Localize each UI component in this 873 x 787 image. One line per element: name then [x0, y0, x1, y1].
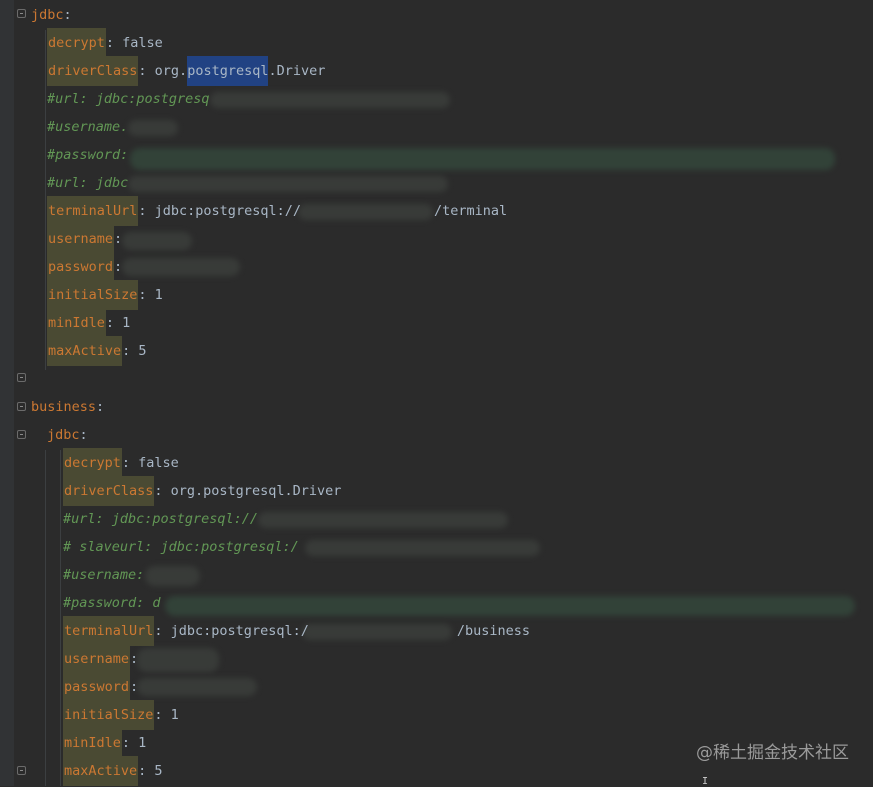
redacted-region — [210, 92, 450, 108]
yaml-line-maxactive[interactable]: maxActive: 5 — [63, 757, 163, 785]
text-selection: postgresql — [187, 63, 269, 79]
yaml-key: jdbc — [31, 7, 64, 23]
fold-end-icon[interactable] — [17, 766, 26, 775]
yaml-line-initialsize[interactable]: initialSize: 1 — [47, 281, 163, 309]
yaml-line-minidle[interactable]: minIdle: 1 — [47, 309, 130, 337]
redacted-region — [137, 678, 257, 696]
redacted-region — [305, 540, 540, 556]
yaml-key: minIdle — [47, 315, 106, 331]
yaml-key: maxActive — [47, 343, 123, 359]
redacted-region — [128, 120, 178, 136]
redacted-region — [122, 232, 192, 250]
yaml-section-jdbc[interactable]: jdbc: — [31, 1, 72, 29]
indent-guide — [45, 450, 46, 786]
yaml-line-username[interactable]: username: — [63, 645, 138, 673]
yaml-comment-password[interactable]: #password: — [47, 141, 128, 169]
yaml-key: minIdle — [63, 735, 122, 751]
yaml-key: username — [47, 231, 115, 247]
indent-guide — [45, 30, 46, 370]
yaml-comment-url[interactable]: #url: jdbc:postgresq — [47, 85, 210, 113]
redacted-region — [145, 566, 200, 586]
yaml-key: decrypt — [47, 35, 106, 51]
yaml-key: initialSize — [47, 287, 139, 303]
yaml-key: terminalUrl — [47, 203, 139, 219]
yaml-comment-password[interactable]: #password: d — [63, 589, 161, 617]
fold-collapse-icon[interactable] — [17, 402, 26, 411]
yaml-line-maxactive[interactable]: maxActive: 5 — [47, 337, 147, 365]
redacted-region — [258, 512, 508, 528]
yaml-line-decrypt[interactable]: decrypt: false — [47, 29, 163, 57]
yaml-comment-username[interactable]: #username. — [47, 113, 128, 141]
fold-collapse-icon[interactable] — [17, 430, 26, 439]
yaml-section-business[interactable]: business: — [31, 393, 104, 421]
yaml-key: maxActive — [63, 763, 139, 779]
yaml-line-driverclass[interactable]: driverClass: org.postgresql.Driver — [47, 57, 325, 85]
yaml-key: initialSize — [63, 707, 155, 723]
yaml-comment-url[interactable]: #url: jdbc:postgresql:// — [63, 505, 258, 533]
yaml-comment-url2[interactable]: #url: jdbc — [47, 169, 128, 197]
yaml-line-decrypt[interactable]: decrypt: false — [63, 449, 179, 477]
yaml-value: : false — [105, 35, 163, 51]
redacted-region — [137, 648, 219, 672]
yaml-key: terminalUrl — [63, 623, 155, 639]
yaml-line-terminalurl[interactable]: terminalUrl: jdbc:postgresql:///terminal — [47, 197, 507, 225]
fold-collapse-icon[interactable] — [17, 9, 26, 18]
yaml-line-initialsize[interactable]: initialSize: 1 — [63, 701, 179, 729]
yaml-comment-slaveurl[interactable]: # slaveurl: jdbc:postgresql:/ — [63, 533, 299, 561]
editor-gutter — [0, 0, 14, 786]
yaml-key: password — [47, 259, 115, 275]
indent-guide — [60, 450, 61, 786]
redacted-region — [128, 176, 448, 192]
fold-end-icon[interactable] — [17, 373, 26, 382]
yaml-line-terminalurl[interactable]: terminalUrl: jdbc:postgresql://business — [63, 617, 530, 645]
yaml-line-username[interactable]: username: — [47, 225, 122, 253]
yaml-key: username — [63, 651, 131, 667]
redacted-region — [122, 258, 240, 276]
yaml-comment-username[interactable]: #username: — [63, 561, 144, 589]
yaml-key: driverClass — [47, 63, 139, 79]
yaml-key: driverClass — [63, 483, 155, 499]
text-cursor-icon: I — [702, 776, 709, 787]
yaml-line-minidle[interactable]: minIdle: 1 — [63, 729, 146, 757]
yaml-line-password[interactable]: password: — [63, 673, 138, 701]
yaml-key: jdbc — [47, 427, 80, 443]
yaml-key: decrypt — [63, 455, 122, 471]
yaml-line-password[interactable]: password: — [47, 253, 122, 281]
yaml-line-driverclass[interactable]: driverClass: org.postgresql.Driver — [63, 477, 341, 505]
redacted-region — [130, 148, 835, 170]
yaml-key: business — [31, 399, 97, 415]
yaml-key: password — [63, 679, 131, 695]
redacted-region — [165, 596, 855, 616]
watermark: @稀土掘金技术社区 — [696, 743, 849, 763]
yaml-subsection-jdbc[interactable]: jdbc: — [47, 421, 88, 449]
